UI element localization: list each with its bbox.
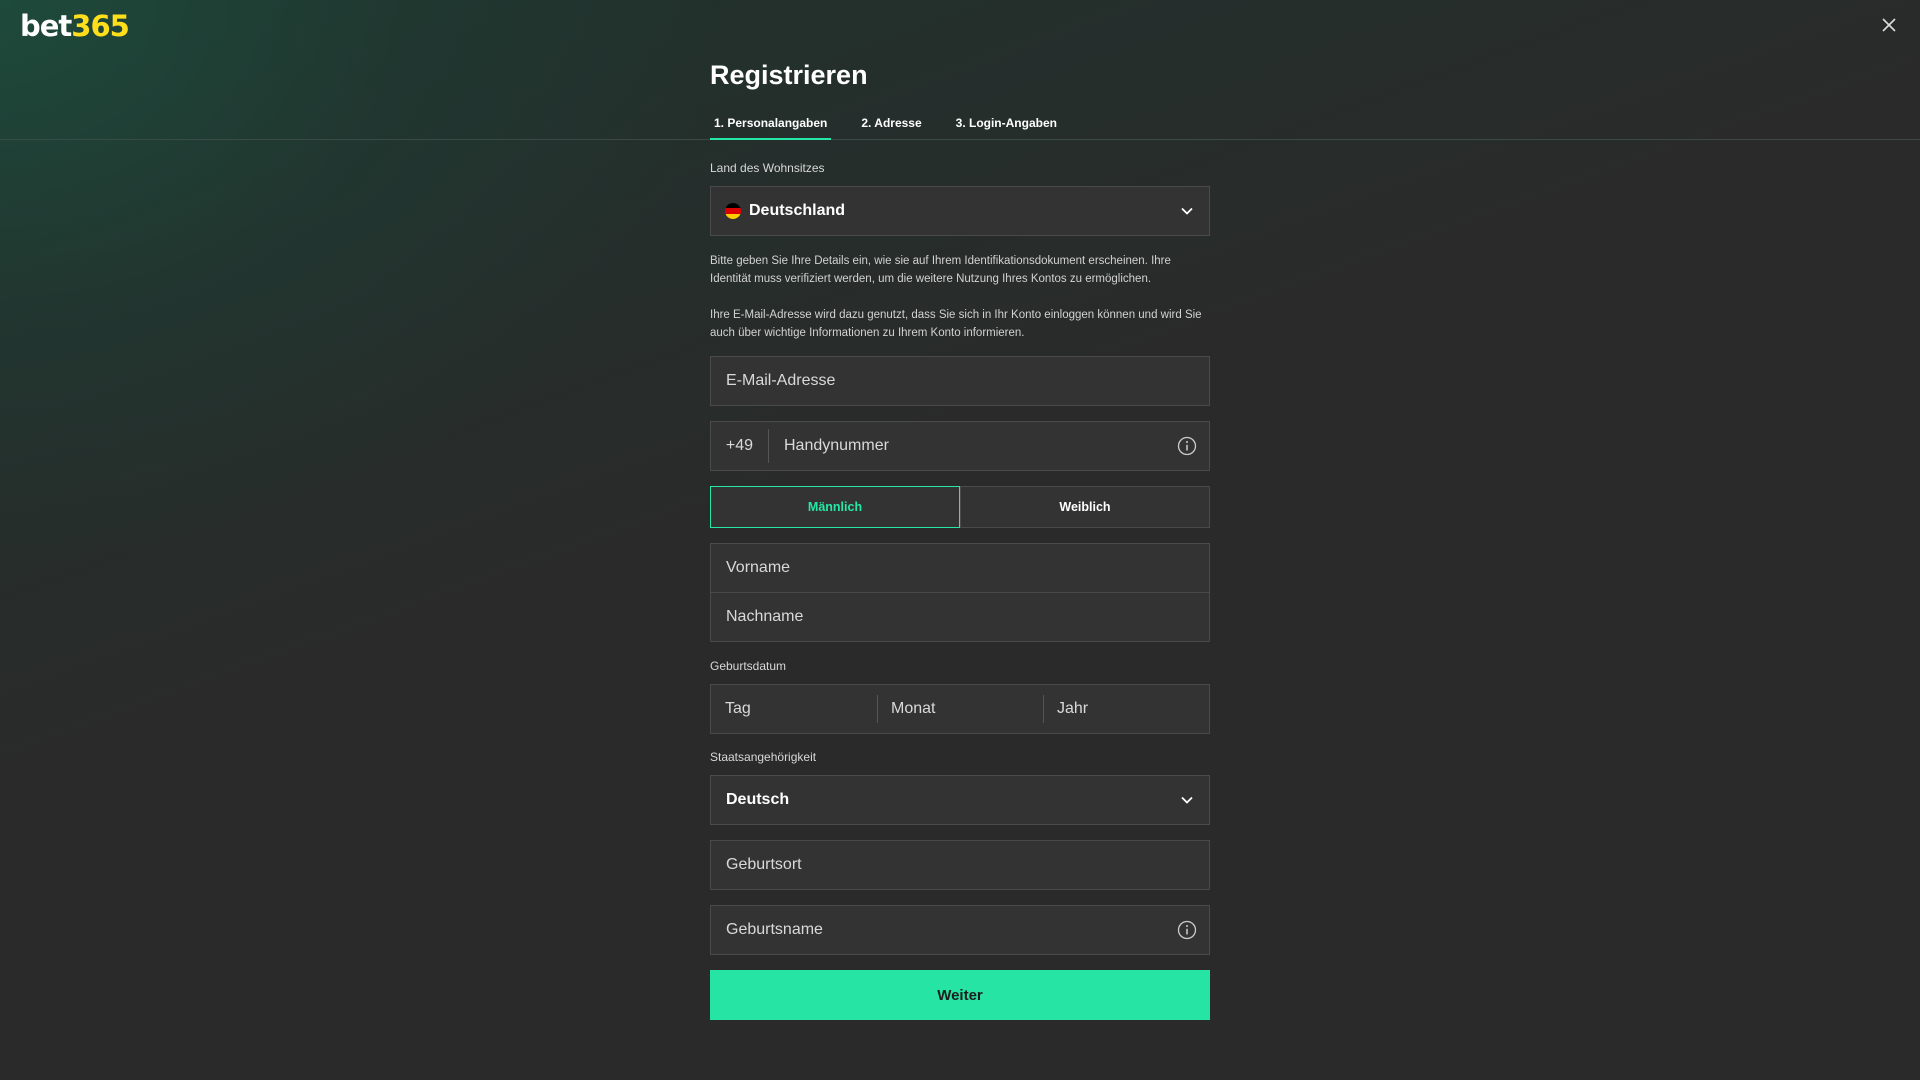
nationality-select[interactable]: Deutsch: [710, 775, 1210, 825]
birthplace-input[interactable]: Geburtsort: [710, 840, 1210, 890]
dob-month-input[interactable]: Monat: [877, 685, 1043, 733]
weiter-button[interactable]: Weiter: [710, 970, 1210, 1020]
country-label: Land des Wohnsitzes: [710, 161, 825, 175]
phone-country-code[interactable]: +49: [711, 429, 769, 463]
germany-flag-icon: [725, 203, 741, 219]
gender-male-button[interactable]: Männlich: [710, 486, 960, 528]
first-name-input[interactable]: Vorname: [710, 543, 1210, 593]
dob-label: Geburtsdatum: [710, 659, 787, 673]
gender-female-button[interactable]: Weiblich: [960, 486, 1210, 528]
identity-info-text: Bitte geben Sie Ihre Details ein, wie si…: [710, 255, 1171, 285]
last-name-placeholder: Nachname: [726, 608, 804, 625]
birthname-input[interactable]: Geburtsname: [710, 905, 1210, 955]
gender-toggle: Männlich Weiblich: [710, 486, 1210, 528]
first-name-placeholder: Vorname: [726, 559, 791, 576]
page-title: Registrieren: [710, 60, 868, 90]
info-icon[interactable]: [1177, 920, 1197, 940]
country-select[interactable]: Deutschland: [710, 186, 1210, 236]
tab-login-angaben[interactable]: 3. Login-Angaben: [952, 112, 1061, 136]
dob-year-input[interactable]: Jahr: [1043, 685, 1209, 733]
last-name-input[interactable]: Nachname: [710, 592, 1210, 642]
logo-text-bet: bet: [20, 9, 72, 43]
email-placeholder: E-Mail-Adresse: [726, 372, 836, 389]
email-info-text: Ihre E-Mail-Adresse wird dazu genutzt, d…: [710, 309, 1202, 339]
close-icon: [1882, 18, 1896, 32]
tab-personalangaben[interactable]: 1. Personalangaben: [710, 112, 832, 140]
logo-text-365: 365: [71, 9, 130, 43]
phone-input[interactable]: +49 Handynummer: [710, 421, 1210, 471]
email-input[interactable]: E-Mail-Adresse: [710, 356, 1210, 406]
step-tabs: 1. Personalangaben 2. Adresse 3. Login-A…: [710, 112, 1087, 140]
chevron-down-icon: [1181, 207, 1193, 215]
nationality-label: Staatsangehörigkeit: [710, 750, 817, 764]
phone-placeholder: Handynummer: [784, 437, 889, 454]
info-icon[interactable]: [1177, 436, 1197, 456]
birthplace-placeholder: Geburtsort: [726, 856, 802, 873]
dob-input-group: Tag Monat Jahr: [710, 684, 1210, 734]
country-value: Deutschland: [749, 202, 846, 219]
dob-day-input[interactable]: Tag: [711, 685, 877, 733]
nationality-value: Deutsch: [726, 791, 790, 808]
close-button[interactable]: [1878, 14, 1900, 36]
chevron-down-icon: [1181, 796, 1193, 804]
bet365-logo[interactable]: bet365: [20, 8, 130, 44]
birthname-placeholder: Geburtsname: [726, 921, 823, 938]
tab-adresse[interactable]: 2. Adresse: [857, 112, 925, 136]
